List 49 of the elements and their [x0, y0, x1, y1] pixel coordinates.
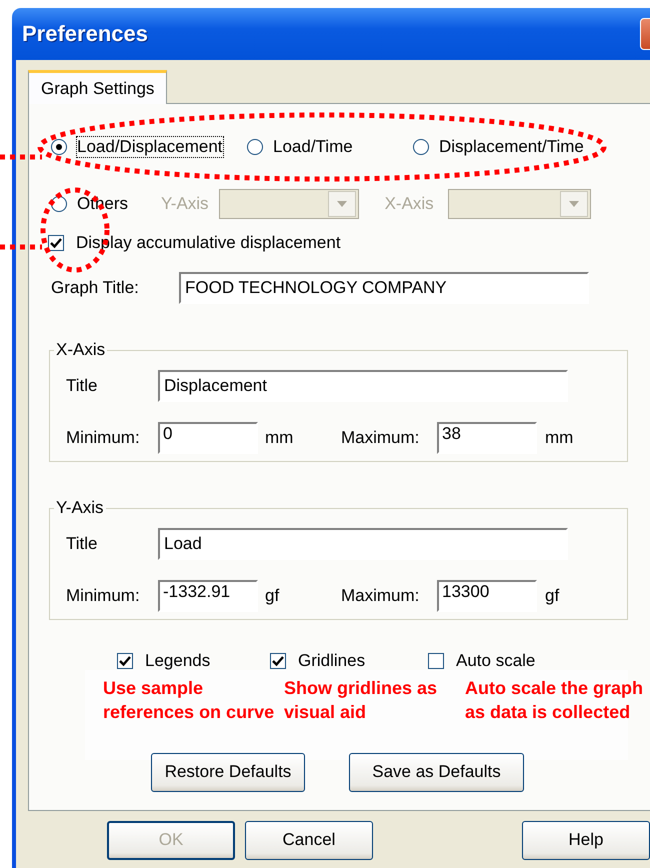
window-title: Preferences: [22, 21, 148, 47]
axis-title-field[interactable]: Load: [158, 528, 568, 560]
checkbox-label[interactable]: Gridlines: [298, 651, 366, 671]
restore-defaults-button[interactable]: Restore Defaults: [151, 752, 305, 792]
dialog-button[interactable]: Cancel: [245, 820, 373, 860]
field-label: Maximum:: [341, 586, 420, 606]
callout-text: Show gridlines as visual aid: [284, 677, 438, 724]
caret-icon: [568, 201, 579, 207]
leader-line: [0, 154, 42, 160]
checkbox[interactable]: [117, 653, 133, 669]
callout-text: Auto scale the graph as data is collected: [465, 677, 644, 724]
callout-text: Use sample references on curve: [103, 677, 276, 724]
unit-label: gf: [265, 586, 280, 606]
minimum-field[interactable]: -1332.91: [158, 580, 258, 612]
checkbox-label[interactable]: Auto scale: [456, 651, 536, 671]
dropdown-label: X-Axis: [384, 194, 434, 214]
field-label: Graph Title:: [51, 278, 140, 298]
minimum-field[interactable]: 0: [158, 422, 258, 454]
radio-label[interactable]: Load/Time: [273, 137, 353, 157]
tab[interactable]: Graph Settings: [28, 70, 168, 104]
radio-button[interactable]: [247, 139, 263, 155]
checkbox[interactable]: [48, 235, 64, 251]
field-label: Maximum:: [341, 428, 420, 448]
checkbox[interactable]: [428, 653, 444, 669]
dropdown-label: Y-Axis: [161, 194, 209, 214]
axis-title-field[interactable]: Displacement: [158, 370, 568, 402]
leader-line: [0, 244, 42, 250]
field-label: Minimum:: [66, 586, 141, 606]
maximum-field[interactable]: 13300: [437, 580, 537, 612]
field-label: Title: [66, 376, 98, 396]
maximum-field[interactable]: 38: [437, 422, 537, 454]
unit-label: mm: [545, 428, 574, 448]
save-defaults-button[interactable]: Save as Defaults: [349, 752, 524, 792]
group-title: X-Axis: [55, 340, 106, 360]
unit-label: gf: [545, 586, 560, 606]
checkbox-label[interactable]: Display accumulative displacement: [76, 233, 341, 253]
graph-title-field[interactable]: FOOD TECHNOLOGY COMPANY: [179, 272, 589, 304]
field-label: Minimum:: [66, 428, 141, 448]
dialog-button[interactable]: Help: [522, 820, 650, 860]
unit-label: mm: [265, 428, 294, 448]
radio-label[interactable]: Load/Displacement: [77, 137, 223, 157]
checkbox[interactable]: [270, 653, 286, 669]
field-label: Title: [66, 534, 98, 554]
caret-icon: [336, 201, 347, 207]
radio-button[interactable]: [413, 139, 429, 155]
group-title: Y-Axis: [55, 498, 105, 518]
checkbox-label[interactable]: Legends: [145, 651, 210, 671]
radio-button[interactable]: [51, 139, 67, 155]
radio-label[interactable]: Displacement/Time: [439, 137, 584, 157]
